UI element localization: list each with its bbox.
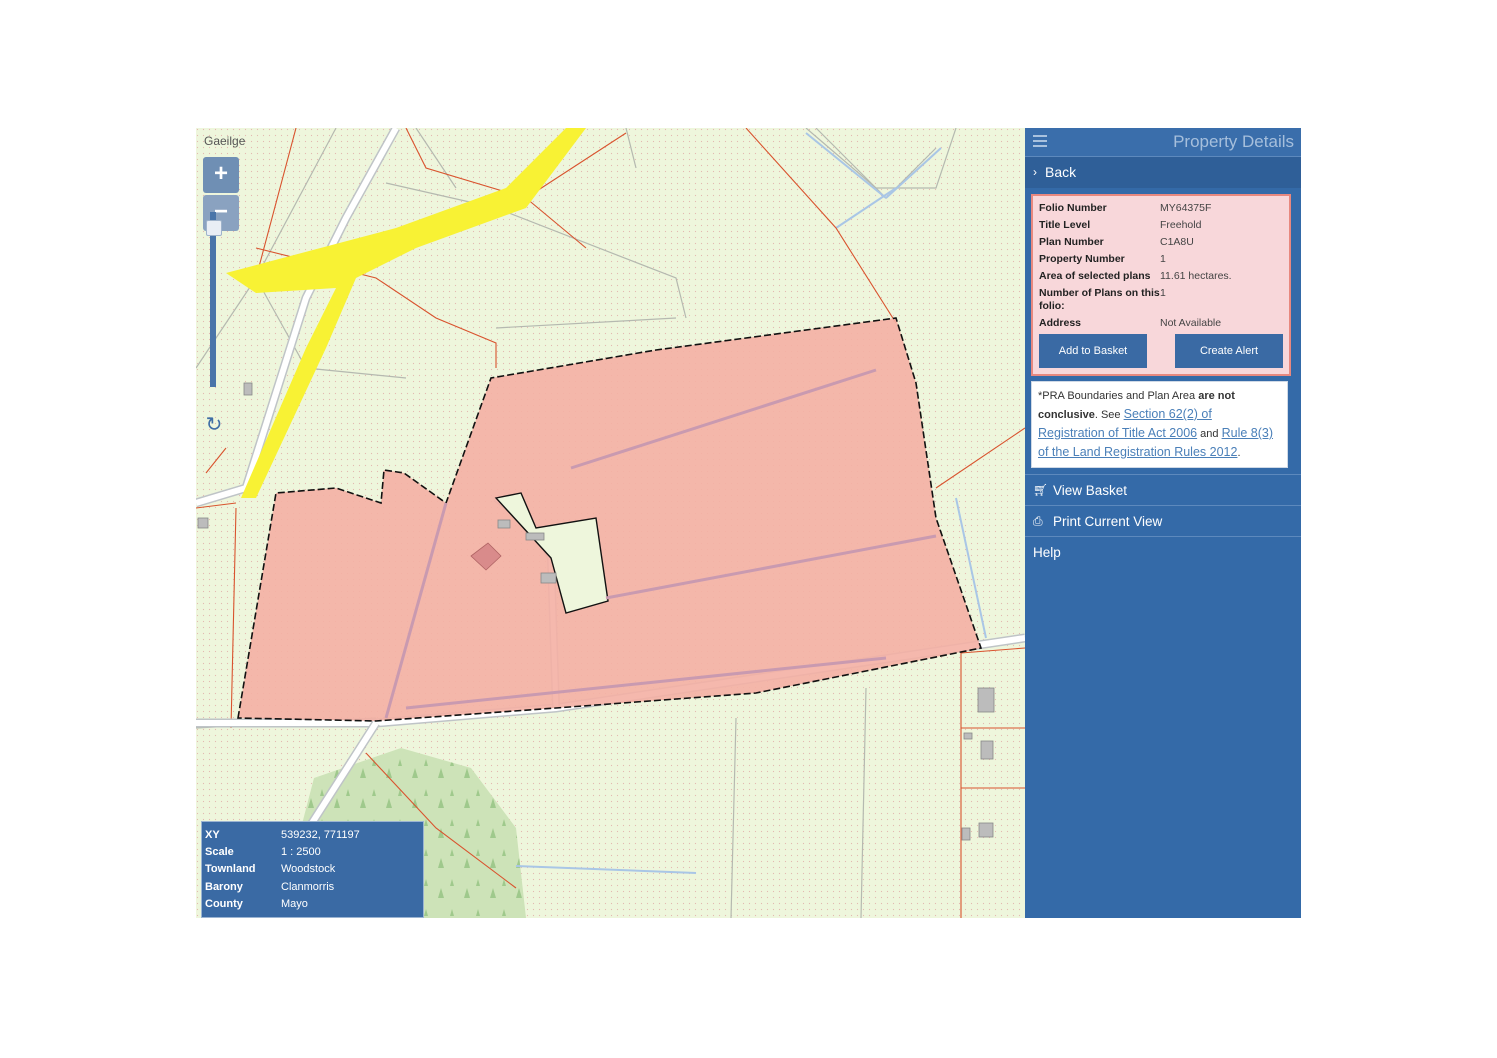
- refresh-icon[interactable]: ↻: [203, 414, 225, 436]
- panel-header: Property Details: [1025, 128, 1301, 157]
- zoom-slider-handle[interactable]: [206, 220, 222, 236]
- print-current-view-menu-item[interactable]: ⎙ Print Current View: [1025, 505, 1301, 536]
- cart-icon: 🛒︎: [1033, 483, 1049, 497]
- detail-row-folio-number: Folio Number MY64375F: [1039, 202, 1212, 214]
- info-row-county: County Mayo: [205, 898, 308, 911]
- hamburger-menu-icon[interactable]: [1033, 135, 1047, 147]
- map-canvas[interactable]: [196, 128, 1025, 918]
- back-button[interactable]: › Back: [1025, 157, 1301, 188]
- detail-row-title-level: Title Level Freehold: [1039, 219, 1202, 231]
- view-basket-menu-item[interactable]: 🛒︎ View Basket: [1025, 474, 1301, 505]
- boundary-disclaimer: *PRA Boundaries and Plan Area are not co…: [1031, 381, 1288, 468]
- info-row-xy: XY 539232, 771197: [205, 828, 360, 841]
- property-details-panel: Property Details › Back Folio Number MY6…: [1025, 128, 1301, 918]
- detail-actions: Add to Basket Create Alert: [1039, 334, 1283, 368]
- add-to-basket-button[interactable]: Add to Basket: [1039, 334, 1147, 368]
- detail-row-number-of-plans: Number of Plans on this folio: 1: [1039, 287, 1166, 312]
- info-row-townland: Townland Woodstock: [205, 863, 336, 876]
- chevron-right-icon: ›: [1033, 165, 1037, 179]
- language-link[interactable]: Gaeilge: [204, 134, 245, 148]
- map-info-box: XY 539232, 771197 Scale 1 : 2500 Townlan…: [201, 821, 424, 918]
- map-view[interactable]: Gaeilge + − ↻ XY 539232, 771197 Scale 1 …: [196, 128, 1025, 918]
- zoom-in-button[interactable]: +: [203, 157, 239, 193]
- create-alert-button[interactable]: Create Alert: [1175, 334, 1283, 368]
- detail-row-property-number: Property Number 1: [1039, 253, 1166, 265]
- zoom-slider-track: [210, 212, 216, 387]
- info-row-barony: Barony Clanmorris: [205, 880, 335, 893]
- back-label: Back: [1045, 164, 1077, 180]
- property-details-box: Folio Number MY64375F Title Level Freeho…: [1031, 194, 1291, 376]
- detail-row-plan-number: Plan Number C1A8U: [1039, 236, 1194, 248]
- info-row-scale: Scale 1 : 2500: [205, 846, 321, 859]
- zoom-slider[interactable]: [206, 212, 222, 392]
- printer-icon: ⎙: [1033, 513, 1043, 528]
- detail-row-address: Address Not Available: [1039, 317, 1222, 329]
- panel-title: Property Details: [1173, 132, 1294, 151]
- help-menu-item[interactable]: Help: [1025, 536, 1301, 567]
- detail-row-area: Area of selected plans 11.61 hectares.: [1039, 270, 1232, 282]
